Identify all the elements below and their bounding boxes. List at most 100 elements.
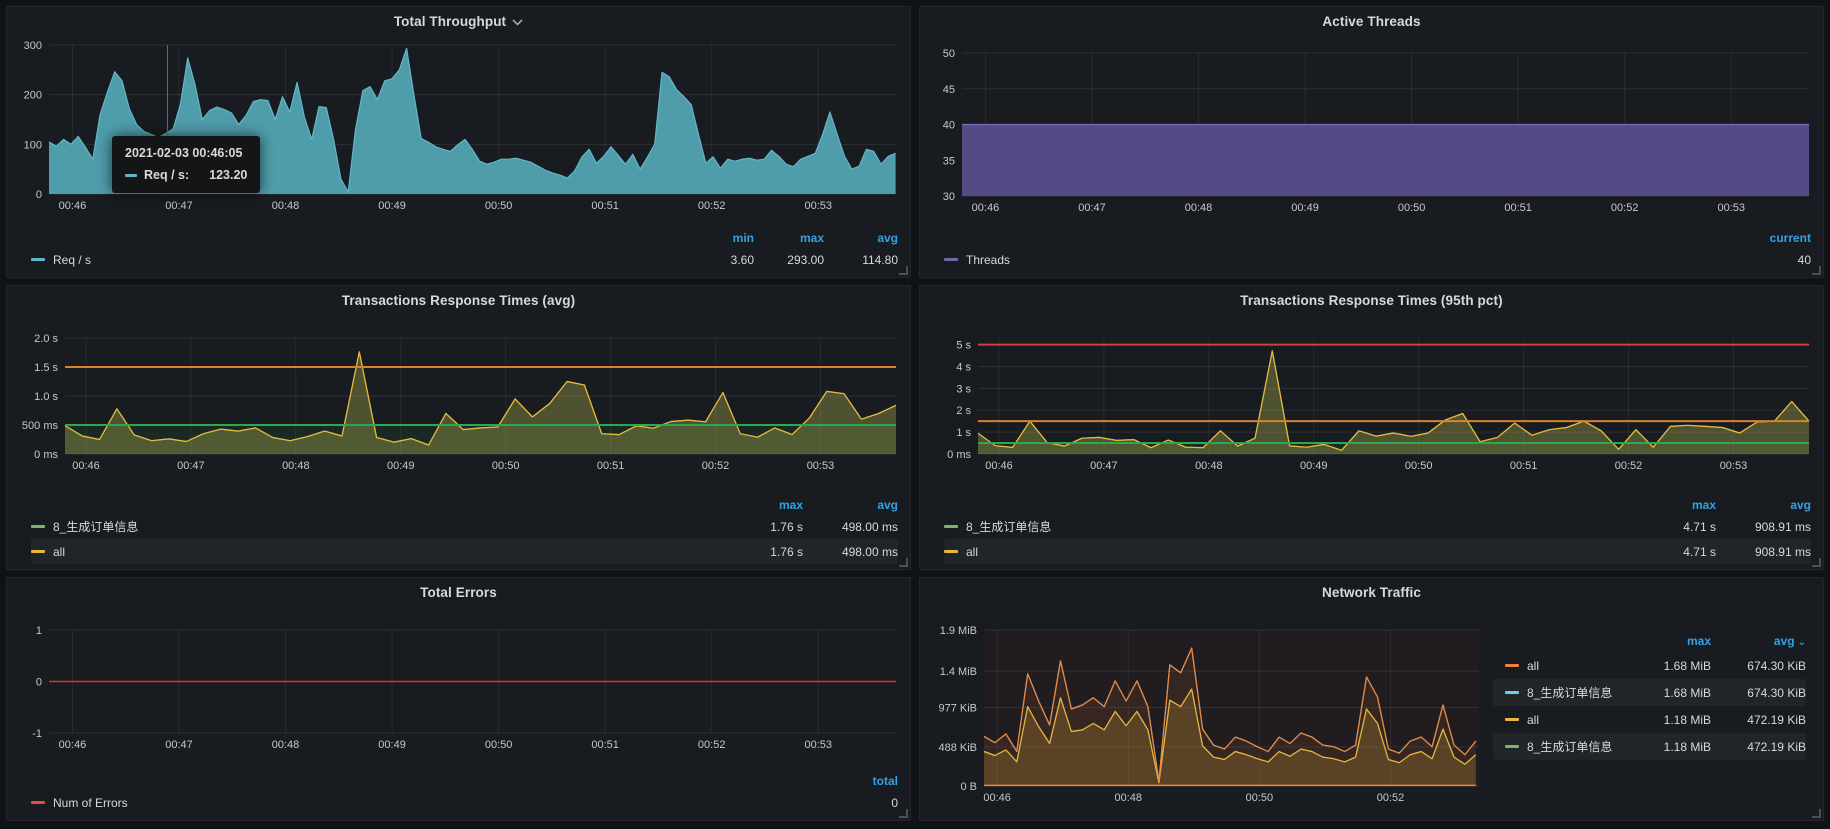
panel-network-traffic: Network Traffic 0 B488 KiB977 KiB1.4 MiB… [919,577,1824,821]
series-color-dash [31,801,45,804]
legend-sort-min[interactable]: min [690,231,754,245]
legend-sort-total[interactable]: total [828,774,898,788]
panel-resize-handle[interactable] [899,266,908,275]
legend-row: all1.76 s498.00 ms [31,539,898,564]
legend-stat-value: 674.30 KiB [1711,686,1806,700]
threads-chart[interactable]: 303540455000:4600:4700:4800:4900:5000:51… [920,35,1823,215]
svg-text:00:52: 00:52 [1611,202,1639,214]
legend-series-name[interactable]: 8_生成订单信息 [53,518,138,535]
sort-caret-icon: ⌄ [1798,637,1806,648]
legend-series-name[interactable]: all [1527,713,1539,727]
panel-title[interactable]: Active Threads [1322,14,1420,29]
svg-text:00:46: 00:46 [985,460,1013,472]
panel-resize-handle[interactable] [1812,558,1821,567]
chart-area[interactable]: 010020030000:4600:4700:4800:4900:5000:51… [7,35,910,215]
panel-resize-handle[interactable] [1812,809,1821,818]
legend-series-name[interactable]: 8_生成订单信息 [1527,684,1612,701]
panel-title[interactable]: Total Errors [420,585,497,600]
network-traffic-chart[interactable]: 0 B488 KiB977 KiB1.4 MiB1.9 MiB00:4600:4… [920,606,1493,821]
legend-series-name[interactable]: 8_生成订单信息 [1527,738,1612,755]
chart-area[interactable]: 0 ms1 s2 s3 s4 s5 s00:4600:4700:4800:490… [920,314,1823,474]
svg-text:00:53: 00:53 [804,739,832,751]
series-color-dash [31,258,45,261]
svg-text:00:48: 00:48 [1185,202,1213,214]
svg-text:00:46: 00:46 [72,460,100,472]
chart-area[interactable]: 303540455000:4600:4700:4800:4900:5000:51… [920,35,1823,215]
panel-header[interactable]: Active Threads [920,7,1823,35]
legend-sort-max[interactable]: max [1646,498,1716,512]
svg-text:30: 30 [943,191,955,203]
panel-header[interactable]: Transactions Response Times (avg) [7,286,910,314]
svg-text:2 s: 2 s [956,405,971,417]
grafana-dashboard: Total Throughput 010020030000:4600:4700:… [0,0,1830,829]
legend: currentThreads40 [920,229,1823,277]
response-times-avg-chart[interactable]: 0 ms500 ms1.0 s1.5 s2.0 s00:4600:4700:48… [7,314,910,474]
panel-resize-handle[interactable] [1812,266,1821,275]
series-color-dash [1505,718,1519,721]
svg-text:1.9 MiB: 1.9 MiB [940,625,977,637]
legend-sort-avg[interactable]: avg⌄ [1711,634,1806,648]
svg-text:1 s: 1 s [956,427,971,439]
svg-text:00:49: 00:49 [378,200,406,212]
response-times-95pct-chart[interactable]: 0 ms1 s2 s3 s4 s5 s00:4600:4700:4800:490… [920,314,1823,474]
legend-stat-value: 0 [828,796,898,810]
legend-sort-max[interactable]: max [733,498,803,512]
legend-stat-value: 1.76 s [733,520,803,534]
legend-sort-avg[interactable]: avg [824,231,898,245]
panel-response-times-avg: Transactions Response Times (avg) 0 ms 50… [6,285,911,570]
legend-stat-value: 4.71 s [1646,545,1716,559]
legend-series-name[interactable]: all [1527,659,1539,673]
legend-series-name[interactable]: Num of Errors [53,796,128,810]
legend-series-name[interactable]: Req / s [53,253,91,267]
panel-resize-handle[interactable] [899,558,908,567]
network-chart-region[interactable]: 0 B488 KiB977 KiB1.4 MiB1.9 MiB00:4600:4… [920,606,1493,821]
legend-stat-value: 3.60 [690,253,754,267]
legend-sort-max[interactable]: max [754,231,824,245]
svg-text:977 KiB: 977 KiB [938,703,977,715]
panel-title[interactable]: Total Throughput [394,14,506,29]
svg-text:00:47: 00:47 [1090,460,1118,472]
svg-text:0: 0 [36,677,42,689]
chart-area[interactable]: 0 ms500 ms1.0 s1.5 s2.0 s00:4600:4700:48… [7,314,910,474]
svg-text:00:50: 00:50 [485,200,513,212]
panel-title[interactable]: Transactions Response Times (95th pct) [1240,293,1502,308]
legend-stat-value: 908.91 ms [1716,520,1811,534]
legend-stats-header: total [31,772,898,790]
svg-text:40: 40 [943,120,955,132]
panel-menu-caret-icon [512,19,523,26]
legend-series-name[interactable]: 8_生成订单信息 [966,518,1051,535]
panel-header[interactable]: Network Traffic [920,578,1823,606]
legend-sort-max[interactable]: max [1626,634,1711,648]
svg-text:00:52: 00:52 [698,739,726,751]
svg-text:00:47: 00:47 [165,739,193,751]
svg-text:1.5 s: 1.5 s [34,362,58,374]
svg-text:5 s: 5 s [956,340,971,352]
panel-header[interactable]: Total Errors [7,578,910,606]
legend-series-name[interactable]: all [966,545,978,559]
legend-sort-avg[interactable]: avg [803,498,898,512]
svg-text:0 ms: 0 ms [34,449,58,461]
panel-header[interactable]: Transactions Response Times (95th pct) [920,286,1823,314]
svg-text:00:46: 00:46 [972,202,1000,214]
panel-header[interactable]: Total Throughput [7,7,910,35]
svg-text:500 ms: 500 ms [22,420,59,432]
legend-row: 8_生成订单信息1.68 MiB674.30 KiB [1493,679,1806,706]
legend-series-name[interactable]: Threads [966,253,1010,267]
svg-text:00:50: 00:50 [1246,792,1274,804]
svg-text:00:52: 00:52 [1615,460,1643,472]
legend-sort-current[interactable]: current [1741,231,1811,245]
tooltip-series-dash [125,174,137,177]
svg-text:00:50: 00:50 [1398,202,1426,214]
panel-title[interactable]: Network Traffic [1322,585,1421,600]
chart-area[interactable]: -10100:4600:4700:4800:4900:5000:5100:520… [7,606,910,756]
total-errors-chart[interactable]: -10100:4600:4700:4800:4900:5000:5100:520… [7,606,910,756]
legend-row: 8_生成订单信息4.71 s908.91 ms [944,514,1811,539]
svg-text:1.0 s: 1.0 s [34,391,58,403]
legend-sort-avg[interactable]: avg [1716,498,1811,512]
svg-text:00:51: 00:51 [591,200,619,212]
panel-resize-handle[interactable] [899,809,908,818]
legend-series-name[interactable]: all [53,545,65,559]
panel-title[interactable]: Transactions Response Times (avg) [342,293,575,308]
svg-text:00:52: 00:52 [698,200,726,212]
svg-text:00:50: 00:50 [1405,460,1433,472]
